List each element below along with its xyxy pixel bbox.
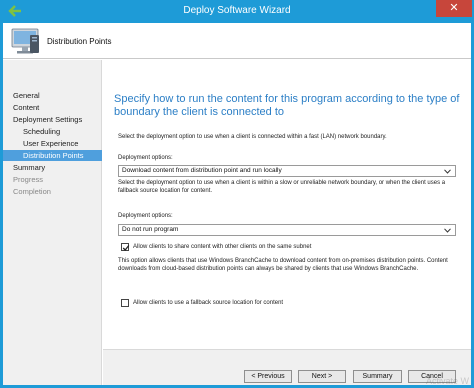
page-title: Distribution Points [47, 37, 112, 46]
wizard-window: Distribution Points General Content Depl… [3, 23, 471, 385]
sidebar-item-general[interactable]: General [3, 90, 102, 101]
fallback-source-checkbox[interactable] [121, 299, 129, 307]
page-heading: Specify how to run the content for this … [114, 93, 460, 118]
next-button[interactable]: Next > [298, 370, 346, 383]
share-content-checkbox[interactable] [121, 243, 130, 251]
sidebar-item-progress: Progress [13, 175, 44, 184]
sidebar-item-content[interactable]: Content [3, 102, 102, 113]
fast-boundary-instruction: Select the deployment option to use when… [118, 134, 387, 140]
sidebar-item-scheduling[interactable]: Scheduling [3, 126, 102, 137]
chevron-down-icon [444, 169, 451, 174]
deployment-options-label-2: Deployment options: [118, 213, 173, 219]
branchcache-description: This option allows clients that use Wind… [118, 258, 448, 272]
previous-button-bar[interactable]: < Previous [244, 370, 292, 383]
checkmark-icon [122, 245, 130, 251]
sidebar-item-summary[interactable]: Summary [3, 162, 102, 173]
wizard-sidebar: General Content Deployment Settings Sche… [3, 60, 102, 385]
fast-deployment-select[interactable]: Download content from distribution point… [118, 165, 456, 177]
activation-watermark: Activate W [426, 376, 470, 386]
window-title: Deploy Software Wizard [183, 5, 291, 16]
fallback-source-label: Allow clients to use a fallback source l… [133, 300, 284, 306]
wizard-content: Specify how to run the content for this … [103, 60, 471, 385]
slow-deployment-value: Do not run program [122, 226, 179, 233]
fast-deployment-value: Download content from distribution point… [122, 167, 282, 174]
slow-boundary-instruction: Select the deployment option to use when… [118, 180, 446, 194]
slow-deployment-select[interactable]: Do not run program [118, 224, 456, 236]
chevron-down-icon [444, 228, 451, 233]
share-content-label: Allow clients to share content with othe… [133, 244, 312, 250]
title-bar: Deploy Software Wizard ✕ [0, 0, 474, 23]
sidebar-item-completion: Completion [13, 187, 51, 196]
wizard-header: Distribution Points [3, 23, 471, 59]
deployment-options-label-1: Deployment options: [118, 155, 173, 161]
sidebar-item-distribution-points[interactable]: Distribution Points [3, 150, 102, 161]
close-button[interactable]: ✕ [436, 0, 472, 17]
sidebar-item-user-experience[interactable]: User Experience [3, 138, 102, 149]
summary-button[interactable]: Summary [353, 370, 402, 383]
sidebar-item-deployment-settings[interactable]: Deployment Settings [3, 114, 102, 125]
computer-wizard-icon [11, 28, 39, 54]
